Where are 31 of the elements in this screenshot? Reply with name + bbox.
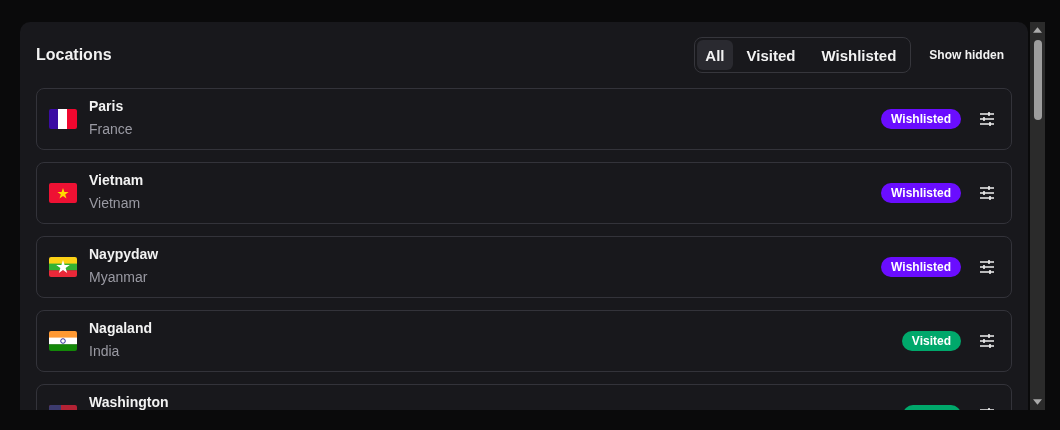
panel-title: Locations (36, 46, 113, 64)
filter-tab[interactable]: All (697, 40, 733, 70)
filter-tab[interactable]: Wishlisted (809, 40, 909, 70)
filter-tab[interactable]: Visited (734, 40, 808, 70)
location-card[interactable]: Naypydaw Myanmar Wishlisted (36, 236, 1012, 298)
scroll-thumb[interactable] (1033, 40, 1042, 120)
settings-icon[interactable] (979, 259, 995, 275)
country-name: India (89, 343, 121, 359)
status-badge: Wishlisted (881, 183, 961, 203)
location-name: Nagaland (89, 320, 153, 336)
settings-icon[interactable] (979, 111, 995, 127)
scroll-up-icon[interactable] (1033, 27, 1042, 33)
location-name: Paris (89, 98, 125, 114)
show-hidden-button[interactable]: Show hidden (921, 42, 1012, 68)
location-name: Vietnam (89, 172, 145, 188)
status-badge: Wishlisted (881, 109, 961, 129)
settings-icon[interactable] (979, 333, 995, 349)
location-card[interactable]: Paris France Wishlisted (36, 88, 1012, 150)
scrollbar[interactable] (1030, 22, 1045, 410)
location-card[interactable]: Washington (36, 384, 1012, 410)
settings-icon[interactable] (979, 185, 995, 201)
location-card[interactable]: Vietnam Vietnam Wishlisted (36, 162, 1012, 224)
location-name: Naypydaw (89, 246, 160, 262)
country-name: Vietnam (89, 195, 142, 211)
location-name: Washington (89, 394, 170, 410)
location-card[interactable]: Nagaland India Visited (36, 310, 1012, 372)
scroll-down-icon[interactable] (1033, 399, 1042, 405)
country-name: Myanmar (89, 269, 149, 285)
status-badge: Visited (901, 331, 961, 351)
country-name: France (89, 121, 134, 137)
status-badge: Wishlisted (881, 257, 961, 277)
